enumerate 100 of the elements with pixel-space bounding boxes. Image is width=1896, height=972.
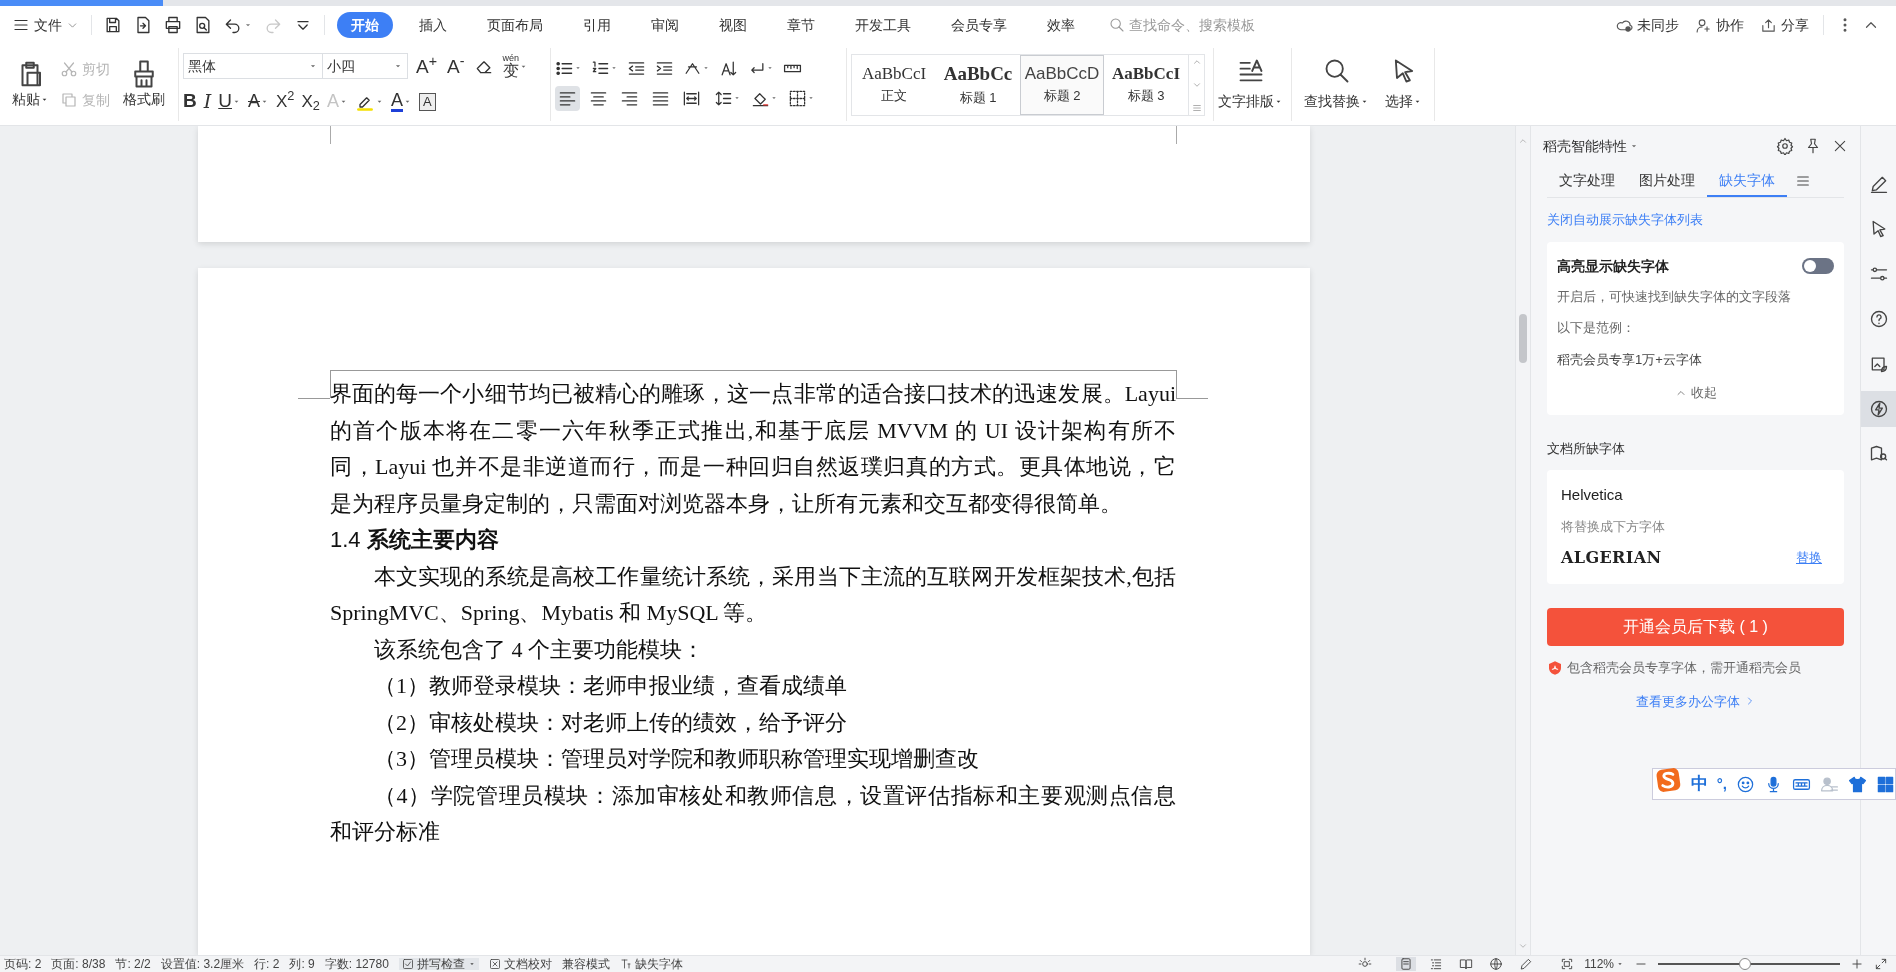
grid-icon[interactable] — [1876, 774, 1895, 794]
input-mode-toggle[interactable]: 中 — [1690, 771, 1708, 797]
align-left-button[interactable] — [555, 85, 580, 111]
menu-tab[interactable]: 开发工具 — [841, 12, 925, 38]
close-icon[interactable] — [1832, 138, 1848, 154]
outline-icon — [1429, 957, 1444, 971]
font-color-button[interactable]: A — [390, 91, 412, 112]
search-field[interactable]: 查找命令、搜索模板 — [1129, 14, 1319, 36]
shrink-font-button[interactable]: A$^{-}$ — [445, 56, 467, 76]
spell-check-button[interactable]: 拼写检查 — [398, 958, 479, 970]
status-text: 页码: 2 — [4, 958, 42, 970]
proofread-button[interactable]: 文档校对 — [488, 958, 552, 970]
phonetic-guide-button[interactable]: wén 变 — [502, 53, 528, 79]
more-fonts-link[interactable]: 查看更多办公字体 — [1635, 691, 1756, 711]
paragraph: 该系统包含了 4 个主要功能模块： — [373, 635, 705, 664]
menu-tab[interactable]: 页面布局 — [473, 12, 557, 38]
paragraph: 本文实现的系统是高校工作量统计系统，采用当下主流的互联网开发框架技术,包括 SpringMVC、Spring、Mybatis 和 MySQL 等。 — [330, 562, 1176, 627]
style-tile[interactable]: AaBbCcI 正文 — [852, 54, 936, 115]
paragraph: （2）审核处模块：对老师上传的绩效，给予评分 — [373, 708, 848, 737]
font-size-field[interactable]: 小四 — [322, 53, 408, 80]
font-name-field[interactable]: 黑体 — [183, 53, 323, 80]
note-text: 包含稻壳会员专享字体，需开通稻壳会员 — [1567, 659, 1801, 677]
bold-button[interactable]: B — [183, 87, 197, 116]
paragraph: （1）教师登录模块：老师申报业绩，查看成绩单 — [373, 672, 848, 700]
paste-button[interactable]: 粘贴 — [8, 51, 52, 118]
status-text: 行: 2 — [254, 958, 280, 970]
menu-tab[interactable]: 引用 — [569, 12, 625, 38]
menu-tab[interactable]: 视图 — [705, 12, 761, 38]
section-heading: 1.4 系统主要内容 — [330, 526, 500, 554]
panel-tab[interactable]: 文字处理 — [1547, 165, 1627, 197]
menu-tab[interactable]: 效率 — [1033, 12, 1089, 38]
fit-page-icon[interactable] — [1560, 957, 1575, 971]
strikethrough-button[interactable]: A — [248, 88, 269, 115]
page-icon — [1399, 957, 1414, 971]
superscript-button[interactable]: X$^{2}$ — [276, 88, 295, 115]
book-icon — [1459, 957, 1474, 971]
panel-tab[interactable]: 缺失字体 — [1707, 165, 1787, 197]
file-menu[interactable]: 文件 — [8, 11, 83, 39]
globe-icon — [1489, 957, 1504, 971]
description-text: 开启后，可快速找到缺失字体的文字段落 — [1557, 287, 1792, 306]
status-text: 页面: 8/38 — [51, 958, 106, 970]
lightning-tool-button[interactable] — [1860, 391, 1896, 427]
hint-text: 将替换成下方字体 — [1561, 517, 1666, 536]
punctuation-toggle[interactable]: °, — [1716, 772, 1727, 796]
status-text: 兼容模式 — [561, 958, 610, 970]
pencil-icon — [1519, 957, 1534, 971]
scrollbar-thumb[interactable] — [1519, 314, 1527, 363]
logo-icon[interactable] — [1655, 765, 1682, 795]
scissors-icon — [60, 60, 78, 78]
replacement-font-name: ALGERIAN — [1561, 547, 1662, 569]
underline-button[interactable]: U — [218, 87, 241, 116]
print-icon — [163, 15, 183, 35]
fullscreen-icon[interactable] — [1874, 957, 1888, 971]
style-tile[interactable]: AaBbCcD 标题 2 — [1020, 54, 1104, 115]
paragraph: 界面的每一个小细节均已被精心的雕琢，这一点非常的适合接口技术的迅速发展。Layui 的首个版本将在二零一六年秋季正式推出,和基于底层 MVVM 的 UI 设计架构有所不同，Layui 也并不是非逆道而行，而是一种回归自然返璞归真的方式。更具体地说，它是为程序员量身定制的，只需面对浏览器本身，让所有元素和交互都变得很简单。 — [330, 380, 1176, 518]
find-replace-button[interactable]: 查找替换 — [1304, 57, 1369, 112]
borders-button[interactable] — [788, 88, 815, 108]
emoji-icon[interactable] — [1736, 774, 1755, 794]
example-label: 以下是范例： — [1557, 319, 1636, 337]
page-view-button[interactable] — [1396, 957, 1417, 971]
shirt-icon[interactable] — [1848, 774, 1867, 794]
badge-icon — [1547, 659, 1563, 676]
add-user-icon — [1695, 16, 1712, 34]
style-tile[interactable]: AaBbCcI 标题 3 — [1104, 54, 1188, 115]
collapse-button[interactable]: 收起 — [1674, 383, 1717, 403]
status-text: 字数: 12780 — [324, 958, 389, 970]
zoom-dropdown[interactable]: 112% — [1584, 958, 1624, 970]
text-cursor-icon — [619, 958, 632, 970]
menu-tab[interactable]: 会员专享 — [937, 12, 1021, 38]
collaborate-button[interactable]: 协作 — [1689, 11, 1750, 39]
book-search-icon — [1868, 444, 1889, 464]
section-title: 文档所缺字体 — [1547, 439, 1626, 458]
grow-font-button[interactable]: A$^{+}$ — [414, 56, 439, 76]
search-icon — [1109, 17, 1125, 33]
paragraph: （3）管理员模块：管理员对学院和教师职称管理实现增删查改 — [373, 745, 980, 773]
status-text: 节: 2/2 — [115, 958, 151, 970]
missing-fonts-button[interactable]: 缺失字体 — [619, 958, 683, 970]
share-button[interactable]: 分享 — [1754, 11, 1815, 39]
subscript-button[interactable]: X$_{2}$ — [301, 88, 320, 115]
close-auto-list-link[interactable]: 关闭自动展示缺失字体列表 — [1547, 210, 1844, 230]
menu-tab[interactable]: 插入 — [405, 12, 461, 38]
slider-thumb[interactable] — [1739, 958, 1752, 970]
copy-icon — [60, 91, 78, 109]
select-button[interactable]: 选择 — [1385, 57, 1422, 112]
character-border-button[interactable]: A — [418, 92, 436, 111]
menu-tab[interactable]: 章节 — [773, 12, 829, 38]
menu-tab[interactable]: 开始 — [337, 12, 393, 38]
panel-tab[interactable]: 图片处理 — [1627, 165, 1707, 197]
panel-title-dropdown[interactable]: 稻壳智能特性 — [1543, 135, 1639, 157]
toggle-switch[interactable] — [1802, 258, 1834, 274]
replace-link[interactable]: 替换 — [1796, 548, 1822, 568]
settings-icon[interactable] — [1776, 137, 1794, 155]
menu-tab[interactable]: 审阅 — [637, 12, 693, 38]
sync-button[interactable]: 未同步 — [1610, 11, 1685, 39]
status-text: 列: 9 — [289, 958, 315, 970]
style-tile[interactable]: AaBbCc 标题 1 — [936, 54, 1020, 115]
format-painter-button[interactable]: 格式刷 — [118, 51, 170, 118]
text-layout-button[interactable]: 文字排版 — [1218, 57, 1283, 112]
italic-button[interactable]: I — [203, 87, 212, 116]
zoom-slider[interactable] — [1658, 958, 1840, 970]
